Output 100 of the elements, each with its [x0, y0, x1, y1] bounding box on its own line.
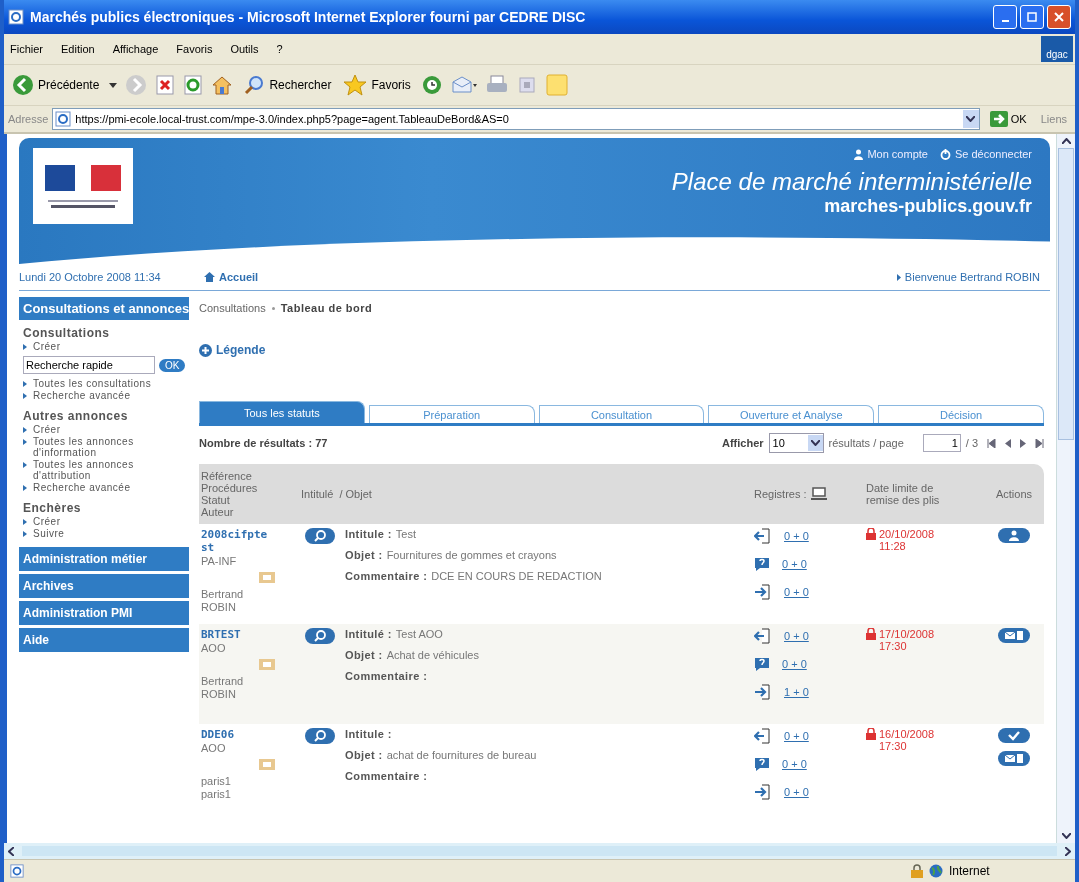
menu-item[interactable]: ?: [276, 43, 283, 55]
scroll-down-icon[interactable]: [1061, 833, 1071, 839]
minimize-button[interactable]: [993, 5, 1017, 29]
document-arrow-icon: [754, 528, 772, 544]
first-page-icon[interactable]: [987, 438, 996, 448]
go-button[interactable]: OK: [983, 111, 1033, 127]
previous-page-icon[interactable]: [1005, 438, 1011, 448]
dropdown-icon[interactable]: [966, 116, 976, 122]
nav-button[interactable]: Administration métier: [19, 547, 189, 571]
vertical-scrollbar[interactable]: [1056, 134, 1075, 843]
count-link[interactable]: 0 + 0: [782, 758, 807, 770]
next-page-icon[interactable]: [1020, 438, 1026, 448]
count-link[interactable]: 0 + 0: [782, 558, 807, 570]
status-tab[interactable]: Préparation: [368, 405, 535, 423]
account-link[interactable]: Mon compte: [854, 148, 928, 160]
refresh-icon[interactable]: [183, 75, 204, 95]
per-page-select[interactable]: 10: [768, 433, 824, 453]
caret-icon[interactable]: [109, 81, 118, 89]
check-action-icon[interactable]: [998, 728, 1030, 743]
menu-item[interactable]: Fichier: [10, 43, 43, 55]
address-field[interactable]: https://pmi-ecole.local-trust.com/mpe-3.0/index.php5?page=agent.TableauDeBord&AS=0: [52, 108, 980, 130]
sidebar-header[interactable]: Consultations et annonces: [19, 297, 189, 320]
browser-icon: [8, 9, 24, 25]
status-tab[interactable]: Tous les statuts: [199, 401, 365, 423]
scroll-right-icon[interactable]: [1065, 846, 1071, 856]
user-action-icon[interactable]: [998, 528, 1030, 543]
breadcrumb-link[interactable]: Consultations: [199, 302, 266, 314]
mail-action-icon[interactable]: [998, 628, 1030, 643]
page-field[interactable]: 1: [922, 434, 961, 452]
user-icon: [854, 148, 864, 160]
count-link[interactable]: 0 + 0: [784, 730, 809, 742]
links-label[interactable]: Liens: [1036, 113, 1071, 125]
horizontal-scrollbar[interactable]: [4, 843, 1075, 859]
menu-item[interactable]: Edition: [61, 43, 95, 55]
nav-button[interactable]: Aide: [19, 628, 189, 652]
count-link[interactable]: 1 + 0: [784, 686, 809, 698]
sidebar-link[interactable]: Créer: [23, 516, 187, 527]
home-icon[interactable]: [211, 74, 234, 96]
welcome-link[interactable]: Bienvenue Bertrand ROBIN: [896, 271, 1050, 283]
quick-search-field[interactable]: Recherche rapide: [23, 356, 155, 374]
logout-link[interactable]: Se déconnecter: [939, 148, 1032, 160]
magnifier-button-icon[interactable]: [305, 528, 335, 544]
reference-link[interactable]: 2008cifpte st: [201, 528, 271, 554]
search-button[interactable]: Rechercher: [241, 74, 334, 96]
column-header[interactable]: Procédures: [201, 482, 301, 494]
history-icon[interactable]: [420, 74, 443, 96]
last-page-icon[interactable]: [1035, 438, 1044, 448]
reference-link[interactable]: BRTEST: [201, 628, 271, 641]
count-link[interactable]: 0 + 0: [784, 530, 809, 542]
column-header[interactable]: Date limite de remise des plis: [866, 482, 966, 506]
page-icon: [55, 111, 72, 127]
nav-button[interactable]: Administration PMI: [19, 601, 189, 625]
count-link[interactable]: 0 + 0: [784, 586, 809, 598]
close-button[interactable]: [1047, 5, 1071, 29]
home-link[interactable]: Accueil: [204, 271, 897, 283]
sidebar-link[interactable]: Toutes les consultations: [23, 378, 187, 389]
sidebar-link[interactable]: Toutes les annonces d'attribution: [23, 459, 187, 481]
document-arrow-icon: [754, 628, 772, 644]
sidebar-link[interactable]: Recherche avancée: [23, 390, 187, 401]
detail-text: Objet : Fournitures de gommes et crayons: [345, 549, 558, 561]
menu-item[interactable]: Affichage: [112, 43, 159, 55]
address-label: Adresse: [8, 113, 49, 125]
ok-button[interactable]: OK: [159, 358, 186, 372]
sidebar-link[interactable]: Créer: [23, 424, 187, 435]
favorites-button[interactable]: Favoris: [341, 74, 413, 96]
question-icon: [754, 656, 770, 672]
reference-link[interactable]: DDE06: [201, 728, 271, 741]
sidebar-link[interactable]: Suivre: [23, 528, 187, 539]
count-link[interactable]: 0 + 0: [782, 658, 807, 670]
status-tab[interactable]: Consultation: [538, 405, 705, 423]
bullet-icon: [23, 393, 27, 399]
column-header[interactable]: Référence: [201, 470, 301, 482]
magnifier-button-icon[interactable]: [305, 728, 335, 744]
magnifier-button-icon[interactable]: [305, 628, 335, 644]
status-tab[interactable]: Ouverture et Analyse: [708, 405, 875, 423]
bullet-icon: [23, 427, 27, 433]
deadline-date: 17/10/2008: [879, 628, 935, 640]
menu-item[interactable]: Outils: [230, 43, 259, 55]
count-link[interactable]: 0 + 0: [784, 630, 809, 642]
back-button[interactable]: Précédente: [10, 74, 102, 96]
scroll-left-icon[interactable]: [8, 846, 14, 856]
mail-action-icon[interactable]: [998, 751, 1030, 766]
nav-button[interactable]: Archives: [19, 574, 189, 598]
maximize-button[interactable]: [1020, 5, 1044, 29]
column-header[interactable]: / Objet: [339, 488, 372, 500]
status-tab[interactable]: Décision: [878, 405, 1044, 423]
author-text: paris1: [201, 775, 232, 787]
section-heading: Autres annonces: [23, 409, 129, 423]
sidebar-link[interactable]: Créer: [23, 341, 187, 352]
count-link[interactable]: 0 + 0: [784, 786, 809, 798]
stop-icon[interactable]: [155, 75, 176, 95]
sidebar-link[interactable]: Toutes les annonces d'information: [23, 436, 187, 458]
column-header[interactable]: Auteur: [201, 506, 301, 518]
menu-item[interactable]: Favoris: [176, 43, 213, 55]
scroll-up-icon[interactable]: [1061, 138, 1071, 144]
author-text: ROBIN: [201, 601, 237, 613]
sidebar-link[interactable]: Recherche avancée: [23, 482, 187, 493]
column-header[interactable]: Statut: [201, 494, 301, 506]
legend-link[interactable]: Légende: [199, 343, 266, 357]
column-header[interactable]: Intitulé: [301, 488, 334, 500]
